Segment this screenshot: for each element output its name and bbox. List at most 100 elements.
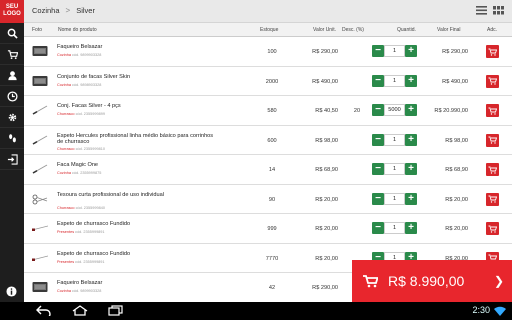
category-label: Presentes xyxy=(57,259,75,264)
quantity-stepper: −5000 + xyxy=(372,104,417,116)
info-icon[interactable] xyxy=(5,285,18,298)
cart-remove-icon xyxy=(488,77,497,85)
product-photo xyxy=(32,255,48,261)
col-add: Adc. xyxy=(487,27,498,33)
product-photo xyxy=(32,194,48,204)
final-price: R$ 98,00 xyxy=(445,137,468,144)
unit-price: R$ 490,00 xyxy=(312,78,338,85)
decrease-button[interactable]: − xyxy=(372,222,384,234)
clock-icon[interactable] xyxy=(0,86,24,107)
table-row: Faca Magic One Cozinha cód. 2355999875 14 R… xyxy=(24,155,512,185)
table-row: Espeto de churrasco Fundido Presentes cód… xyxy=(24,214,512,244)
decrease-button[interactable]: − xyxy=(372,163,384,175)
quantity-stepper: −1+ xyxy=(372,192,417,205)
product-category: Churrasco cód. 2355999899 xyxy=(57,112,105,116)
add-to-cart-button[interactable] xyxy=(486,104,499,117)
product-photo xyxy=(32,105,48,115)
unit-price: R$ 20,00 xyxy=(315,226,338,232)
product-category: Cozinha cód. 9898903328 xyxy=(57,83,101,87)
product-photo xyxy=(32,282,48,292)
product-photo xyxy=(32,135,48,145)
product-name: Faca Magic One xyxy=(57,162,99,168)
quantity-input[interactable]: 5000 xyxy=(384,104,405,116)
cart-icon[interactable] xyxy=(0,44,24,65)
quantity-input[interactable]: 1 xyxy=(384,192,405,205)
table-row: Tesoura curta profissional de uso indivi… xyxy=(24,184,512,214)
add-to-cart-button[interactable] xyxy=(486,192,499,206)
category-label: Cozinha xyxy=(57,289,71,293)
back-icon[interactable] xyxy=(36,305,52,316)
search-icon[interactable] xyxy=(0,23,24,44)
user-icon[interactable] xyxy=(0,65,24,86)
unit-price: R$ 68,90 xyxy=(315,167,338,173)
final-price: R$ 20,00 xyxy=(445,196,468,203)
decrease-button[interactable]: − xyxy=(372,74,384,87)
breadcrumb: Cozinha > Silver xyxy=(32,6,95,15)
table-row: Espeto Hercules profissional linha médio… xyxy=(24,125,512,155)
table-header: Foto Nome do produto Estoque Valor Unit.… xyxy=(24,23,512,37)
product-code: cód. 2355999810 xyxy=(75,146,105,151)
product-photo xyxy=(32,75,48,86)
table-row: Conjunto de facas Silver Skin Cozinha cód… xyxy=(24,66,512,96)
quantity-input[interactable]: 1 xyxy=(384,74,405,87)
add-to-cart-button[interactable] xyxy=(486,133,499,147)
home-icon[interactable] xyxy=(72,305,88,316)
unit-price: R$ 290,00 xyxy=(312,285,338,291)
breadcrumb-root[interactable]: Cozinha xyxy=(32,6,60,15)
breadcrumb-separator: > xyxy=(65,6,71,15)
cart-remove-icon xyxy=(488,195,497,203)
logout-icon[interactable] xyxy=(0,149,24,170)
quantity-input[interactable]: 1 xyxy=(384,163,405,175)
product-category: Presentes cód. 2355999891 xyxy=(57,230,105,234)
quantity-input[interactable]: 1 xyxy=(384,222,405,234)
product-code: cód. 2355999875 xyxy=(72,171,102,175)
chevron-right-icon: ❯ xyxy=(493,274,504,288)
grid-view-icon[interactable] xyxy=(493,6,504,15)
checkout-total-button[interactable]: R$ 8.990,00 ❯ xyxy=(352,260,512,302)
quantity-stepper: −1+ xyxy=(372,74,417,87)
footprint-icon[interactable] xyxy=(0,128,24,149)
android-nav-bar: 2:30 xyxy=(0,302,512,320)
decrease-button[interactable]: − xyxy=(372,104,384,116)
product-category: Presentes cód. 2355999891 xyxy=(57,260,105,264)
final-price: R$ 20.990,00 xyxy=(434,108,468,114)
quantity-input[interactable]: 1 xyxy=(384,133,405,146)
category-label: Cozinha xyxy=(57,171,71,175)
quantity-stepper: −1+ xyxy=(372,222,417,234)
product-code: cód. 9899903328 xyxy=(72,289,102,293)
product-category: Churrasco cód. 2355999840 xyxy=(57,206,105,210)
category-label: Cozinha xyxy=(57,82,71,87)
product-name: Espeto de churrasco Fundido xyxy=(57,221,131,227)
recent-apps-icon[interactable] xyxy=(108,305,124,316)
category-label: Churrasco xyxy=(57,146,75,151)
add-to-cart-button[interactable] xyxy=(486,74,499,88)
decrease-button[interactable]: − xyxy=(372,133,384,146)
quantity-stepper: −1+ xyxy=(372,133,417,146)
quantity-input[interactable]: 1 xyxy=(384,45,405,57)
product-code: cód. 9899903328 xyxy=(72,53,102,57)
cart-remove-icon xyxy=(488,225,497,233)
col-quantity: Quantid. xyxy=(397,27,416,33)
decrease-button[interactable]: − xyxy=(372,45,384,57)
category-label: Cozinha xyxy=(57,53,71,57)
col-photo: Foto xyxy=(32,27,43,33)
decrease-button[interactable]: − xyxy=(372,192,384,205)
product-name: Conjunto de facas Silver Skin xyxy=(57,73,131,80)
product-code: cód. 2355999891 xyxy=(75,230,105,234)
product-name: Espeto Hercules profissional linha médio… xyxy=(57,132,214,146)
add-to-cart-button[interactable] xyxy=(486,45,499,58)
category-label: Churrasco xyxy=(57,205,75,210)
col-final: Valor Final xyxy=(437,27,461,33)
add-to-cart-button[interactable] xyxy=(486,222,499,235)
gear-icon[interactable] xyxy=(0,107,24,128)
product-category: Cozinha cód. 9899903328 xyxy=(57,53,101,57)
wifi-icon xyxy=(494,306,506,316)
table-row: Faqueiro Belsazar Cozinha cód. 9899903328… xyxy=(24,37,512,67)
unit-price: R$ 290,00 xyxy=(312,49,338,55)
table-row: Conj. Facas Silver - 4 pçs Churrasco cód.… xyxy=(24,96,512,126)
add-to-cart-button[interactable] xyxy=(486,163,499,176)
list-view-icon[interactable] xyxy=(476,6,487,15)
app-logo: SEU LOGO xyxy=(0,0,24,23)
col-unit: Valor Unit. xyxy=(313,27,336,33)
discount-value[interactable]: 20 xyxy=(342,108,372,114)
